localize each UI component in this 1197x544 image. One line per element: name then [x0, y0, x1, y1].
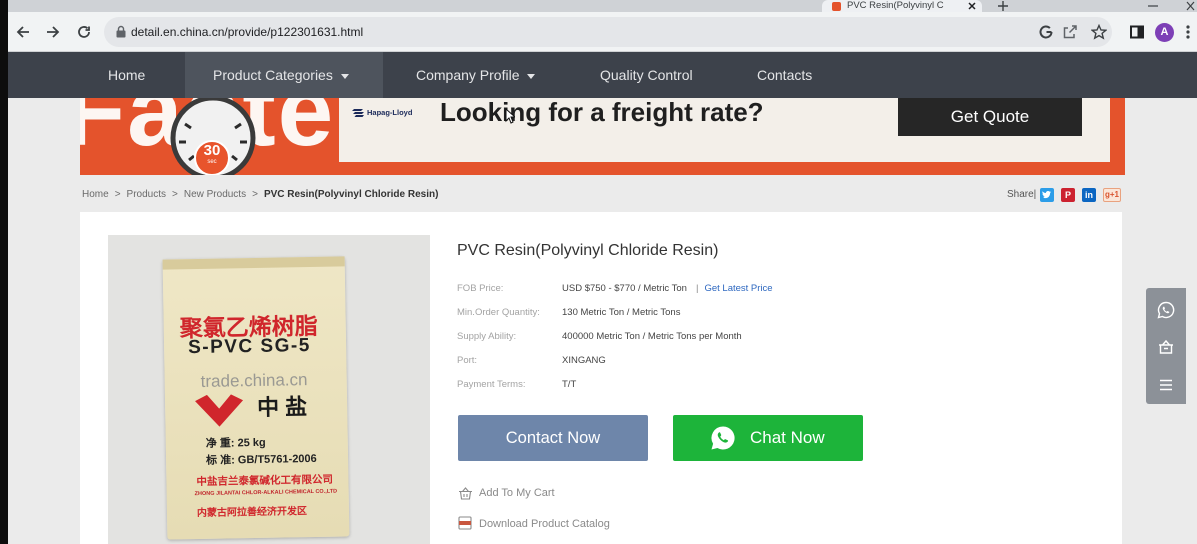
linkedin-icon[interactable]: in: [1082, 188, 1096, 202]
pinterest-icon[interactable]: P: [1061, 188, 1075, 202]
bag-brand: 中盐: [256, 394, 314, 420]
price-separator: |: [695, 283, 699, 294]
chat-now-label: Chat Now: [750, 428, 825, 447]
nav-contacts[interactable]: Contacts: [757, 52, 812, 98]
bag-address: 内蒙古阿拉善经济开发区: [196, 506, 308, 520]
shop-icon[interactable]: [1157, 338, 1175, 356]
share-icon[interactable]: [1062, 24, 1078, 40]
breadcrumb: Home > Products > New Products > PVC Res…: [82, 189, 438, 201]
menu-dots-icon[interactable]: [1185, 24, 1191, 40]
nav-product-categories[interactable]: Product Categories: [213, 52, 333, 98]
star-icon[interactable]: [1091, 24, 1107, 40]
brand-logo-icon: [195, 394, 244, 427]
banner-brand: Hapag-Lloyd: [367, 108, 413, 117]
breadcrumb-home[interactable]: Home: [82, 189, 109, 201]
bag-company-cn: 中盐吉兰泰氯碱化工有限公司: [196, 473, 334, 489]
bag-net-weight: 净 重: 25 kg: [205, 436, 266, 450]
get-quote-button[interactable]: Get Quote: [898, 98, 1082, 136]
chat-now-button[interactable]: Chat Now: [673, 415, 863, 461]
spec-label: FOB Price:: [457, 283, 504, 294]
minimize-icon[interactable]: [1148, 1, 1158, 11]
whatsapp-icon: [711, 426, 735, 450]
breadcrumb-products[interactable]: Products: [127, 189, 166, 201]
chevron-down-icon[interactable]: [341, 74, 349, 79]
tab-title: PVC Resin(Polyvinyl C: [847, 0, 944, 11]
profile-avatar[interactable]: A: [1155, 23, 1174, 42]
plus-icon[interactable]: [998, 1, 1008, 11]
spec-value: 130 Metric Ton / Metric Tons: [562, 307, 681, 318]
nav-company-profile[interactable]: Company Profile: [416, 52, 520, 98]
timer-unit: sec: [207, 159, 217, 165]
spec-value: 400000 Metric Ton / Metric Tons per Mont…: [562, 331, 742, 342]
side-panel-icon[interactable]: [1129, 24, 1145, 40]
monitor-bezel: [0, 0, 8, 544]
bag-standard: 标 准: GB/T5761-2006: [205, 452, 317, 467]
nav-quality-control[interactable]: Quality Control: [600, 52, 693, 98]
cart-icon[interactable]: [458, 487, 473, 500]
image-watermark: trade.china.cn: [200, 370, 308, 391]
nav-home[interactable]: Home: [108, 52, 145, 98]
bag-company-en: ZHONG JILANTAI CHLOR-ALKALI CHEMICAL CO.…: [194, 488, 338, 498]
google-plus-icon[interactable]: g+1: [1103, 188, 1121, 202]
spec-value: T/T: [562, 379, 577, 390]
close-icon[interactable]: [968, 2, 976, 10]
hapag-lloyd-logo-icon: [352, 109, 364, 117]
google-icon[interactable]: [1038, 24, 1054, 40]
get-latest-price-link[interactable]: Get Latest Price: [704, 283, 772, 295]
spec-value-row: USD $750 - $770 / Metric Ton | Get Lates…: [562, 283, 773, 295]
product-title: PVC Resin(Polyvinyl Chloride Resin): [457, 242, 719, 259]
chevron-down-icon[interactable]: [527, 74, 535, 79]
breadcrumb-separator: >: [114, 189, 121, 200]
window-close-icon[interactable]: [1186, 1, 1195, 11]
breadcrumb-current: PVC Resin(Polyvinyl Chloride Resin): [263, 189, 439, 200]
product-image[interactable]: 聚氯乙烯树脂 S-PVC SG-5 中盐 trade.china.cn 净 重:…: [108, 235, 430, 544]
breadcrumb-separator: >: [252, 189, 258, 200]
banner-headline: Looking for a freight rate?: [440, 97, 764, 127]
bag-seam: [162, 256, 345, 270]
reload-icon[interactable]: [76, 24, 92, 40]
add-to-cart-link[interactable]: Add To My Cart: [479, 486, 555, 500]
pdf-icon[interactable]: [458, 516, 472, 530]
share-label: Share|: [1007, 189, 1037, 200]
whatsapp-icon[interactable]: [1157, 301, 1175, 319]
product-bag: 聚氯乙烯树脂 S-PVC SG-5 中盐 trade.china.cn 净 重:…: [162, 256, 350, 540]
twitter-icon[interactable]: [1040, 188, 1054, 202]
tab-active[interactable]: PVC Resin(Polyvinyl C: [822, 0, 982, 12]
arrow-left-icon[interactable]: [15, 24, 31, 40]
favicon-icon: [832, 2, 841, 11]
arrow-right-icon[interactable]: [45, 24, 61, 40]
mouse-cursor-icon: [505, 108, 515, 124]
breadcrumb-separator: >: [172, 189, 178, 200]
spec-label: Port:: [457, 355, 478, 366]
spec-label: Min.Order Quantity:: [457, 307, 540, 318]
spec-label: Payment Terms:: [457, 379, 526, 390]
bag-grade: S-PVC SG-5: [187, 335, 311, 359]
lock-icon[interactable]: [115, 25, 127, 38]
contact-now-button[interactable]: Contact Now: [458, 415, 648, 461]
spec-value: USD $750 - $770 / Metric Ton: [562, 283, 687, 294]
breadcrumb-new-products[interactable]: New Products: [184, 189, 246, 201]
spec-value: XINGANG: [562, 355, 606, 366]
download-catalog-link[interactable]: Download Product Catalog: [479, 517, 610, 531]
screen: PVC Resin(Polyvinyl C detail.en.china.cn…: [0, 0, 1197, 544]
hamburger-menu-icon[interactable]: [1157, 376, 1175, 394]
tab-strip: PVC Resin(Polyvinyl C: [8, 0, 1197, 12]
spec-label: Supply Ability:: [457, 331, 517, 342]
url-text[interactable]: detail.en.china.cn/provide/p122301631.ht…: [131, 17, 363, 47]
timer-number: 30: [203, 142, 221, 159]
